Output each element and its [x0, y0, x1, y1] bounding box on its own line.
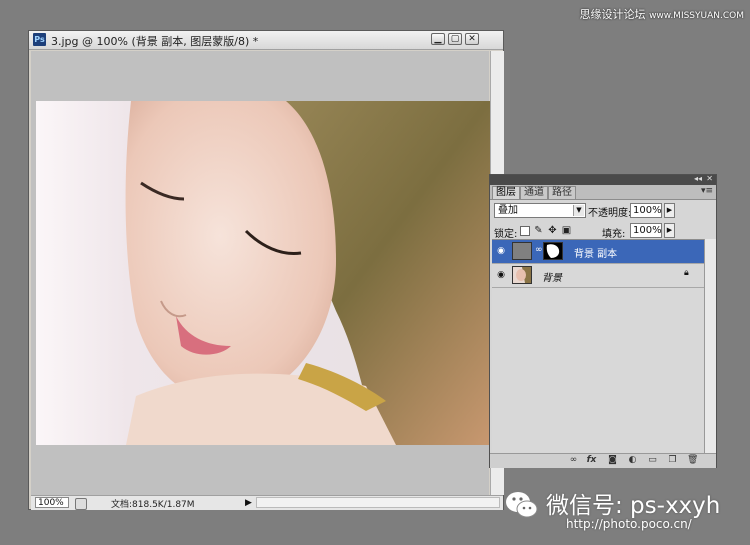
- brush-icon[interactable]: ✎: [533, 225, 544, 236]
- panel-footer: ∞ fx ◙ ◐ ▭ ❐ 🗑︎: [490, 453, 716, 468]
- lock-label: 锁定:: [494, 229, 518, 240]
- opacity-field[interactable]: 100%: [630, 203, 662, 218]
- site-watermark-url: www.MISSYUAN.COM: [649, 11, 744, 21]
- layer-mask-thumbnail[interactable]: [543, 242, 563, 260]
- tab-paths[interactable]: 路径: [548, 186, 576, 199]
- wechat-id-text: 微信号: ps-xxyh: [546, 493, 721, 519]
- layer-name: 背景 副本: [574, 249, 618, 260]
- thumb-portrait: [513, 267, 531, 283]
- status-icon[interactable]: [75, 498, 87, 510]
- link-icon[interactable]: ∞: [568, 455, 579, 466]
- tab-layers[interactable]: 图层: [492, 186, 520, 199]
- fill-label: 填充:: [602, 229, 626, 240]
- status-bar: 100% 文档:818.5K/1.87M ▶: [31, 495, 503, 510]
- zoom-field[interactable]: 100%: [35, 497, 69, 508]
- trash-icon[interactable]: 🗑︎: [687, 455, 698, 466]
- site-watermark: 思缘设计论坛 www.MISSYUAN.COM: [580, 6, 744, 22]
- document-title: 3.jpg @ 100% (背景 副本, 图层蒙版/8) *: [51, 35, 259, 48]
- mask-shape: [546, 244, 560, 258]
- collapse-icon[interactable]: ◂◂: [694, 174, 702, 183]
- portrait-photo: [36, 101, 490, 445]
- panel-menu-icon[interactable]: ▾≡: [701, 186, 713, 196]
- layer-name: 背景: [542, 273, 562, 284]
- chain-link-icon[interactable]: ∞: [535, 245, 543, 255]
- layer-list-scrollbar[interactable]: [704, 239, 716, 453]
- move-icon[interactable]: ✥: [547, 225, 558, 236]
- opacity-slider-arrow-icon[interactable]: ▶: [664, 203, 675, 218]
- opacity-label: 不透明度:: [588, 208, 632, 219]
- new-layer-icon[interactable]: ❐: [667, 455, 678, 466]
- layer-list: ◉ ∞ 背景 副本 ◉ 背景 🔒︎: [492, 239, 704, 454]
- document-title-bar[interactable]: Ps 3.jpg @ 100% (背景 副本, 图层蒙版/8) * ▁ ▢ ✕: [29, 31, 503, 50]
- poco-url-text: http://photo.poco.cn/: [566, 517, 692, 531]
- layer-thumbnail: [512, 242, 532, 260]
- horizontal-scrollbar[interactable]: [256, 497, 500, 508]
- fill-slider-arrow-icon[interactable]: ▶: [664, 223, 675, 238]
- document-window: Ps 3.jpg @ 100% (背景 副本, 图层蒙版/8) * ▁ ▢ ✕: [28, 30, 504, 510]
- folder-icon[interactable]: ▭: [647, 455, 658, 466]
- portrait-image: [36, 101, 490, 445]
- site-watermark-name: 思缘设计论坛: [579, 8, 646, 21]
- minimize-button[interactable]: ▁: [431, 33, 445, 45]
- panel-top-bar[interactable]: ◂◂ ✕: [490, 174, 716, 185]
- layers-panel: ◂◂ ✕ 图层 通道 路径 ▾≡ 叠加 ▼ 不透明度: 100% ▶ 锁定: ✎…: [489, 174, 717, 468]
- panel-close-icon[interactable]: ✕: [706, 174, 713, 183]
- chevron-down-icon[interactable]: ▼: [573, 205, 584, 216]
- maximize-button[interactable]: ▢: [448, 33, 462, 45]
- blend-mode-value: 叠加: [498, 205, 518, 216]
- tab-channels[interactable]: 通道: [520, 186, 548, 199]
- fill-field[interactable]: 100%: [630, 223, 662, 238]
- lock-icon[interactable]: ▣: [561, 225, 572, 236]
- mask-icon[interactable]: ◙: [607, 455, 618, 466]
- document-info: 文档:818.5K/1.87M: [111, 500, 195, 510]
- wechat-logo-icon: [504, 487, 540, 523]
- lock-icon: 🔒︎: [684, 268, 689, 278]
- eye-icon[interactable]: ◉: [495, 269, 507, 281]
- layer-row-background-copy[interactable]: ◉ ∞ 背景 副本: [492, 240, 704, 264]
- eye-icon[interactable]: ◉: [495, 245, 507, 257]
- layer-row-background[interactable]: ◉ 背景 🔒︎: [492, 264, 704, 288]
- panel-tabs: 图层 通道 路径 ▾≡: [490, 185, 716, 200]
- blend-mode-select[interactable]: 叠加 ▼: [494, 203, 586, 218]
- photoshop-icon: Ps: [33, 33, 46, 46]
- fx-icon[interactable]: fx: [586, 455, 597, 466]
- layer-thumbnail: [512, 266, 532, 284]
- lock-transparent-icon[interactable]: [520, 226, 530, 236]
- status-menu-arrow-icon[interactable]: ▶: [245, 498, 252, 508]
- adjustment-icon[interactable]: ◐: [627, 455, 638, 466]
- canvas-area[interactable]: [31, 51, 490, 495]
- close-button[interactable]: ✕: [465, 33, 479, 45]
